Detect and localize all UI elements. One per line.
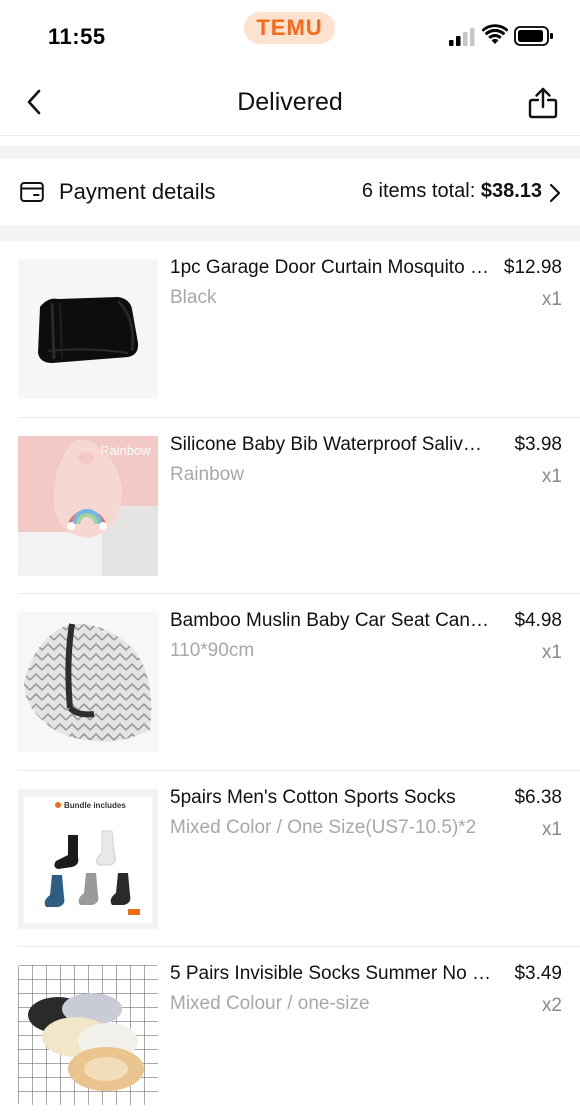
item-quantity: x2	[541, 995, 562, 1016]
item-title: 5 Pairs Invisible Socks Summer No Show S…	[170, 963, 492, 984]
battery-icon	[514, 26, 553, 46]
item-title: 1pc Garage Door Curtain Mosquito Net	[170, 257, 492, 278]
payment-details-label: Payment details	[59, 179, 216, 204]
product-image-car-seat-cover	[18, 612, 158, 752]
item-price: $3.49	[514, 963, 562, 984]
item-quantity: x1	[541, 289, 562, 310]
chevron-right-icon	[549, 183, 561, 203]
item-title: 5pairs Men's Cotton Sports Socks	[170, 786, 456, 808]
item-variant: Mixed Colour / one-size	[170, 993, 370, 1014]
wallet-icon	[20, 182, 44, 202]
item-price: $3.98	[514, 433, 562, 455]
share-icon	[528, 87, 558, 119]
page-title: Delivered	[237, 88, 343, 116]
item-quantity: x1	[541, 818, 562, 840]
item-title: Bamboo Muslin Baby Car Seat Canopy Cover	[170, 610, 492, 631]
item-quantity: x1	[541, 642, 562, 663]
order-total-amount: $38.13	[480, 180, 542, 202]
bib-image-text: Rainbow	[100, 443, 151, 458]
section-divider	[0, 146, 580, 159]
item-price: $6.38	[514, 786, 562, 808]
item-variant: Mixed Color / One Size(US7-10.5)*2	[170, 816, 477, 838]
order-item[interactable]: Bundle includes 5pairs Men's Cotton Spor…	[0, 771, 580, 948]
product-image-garage-curtain	[18, 259, 158, 399]
order-total-label: 6 items total:	[361, 180, 476, 202]
navigation-bar: Delivered	[0, 70, 580, 136]
order-item-list: 1pc Garage Door Curtain Mosquito Net Bla…	[0, 241, 580, 1119]
bundle-image-text: Bundle includes	[64, 801, 126, 810]
item-price: $4.98	[514, 610, 562, 631]
status-time: 11:55	[48, 24, 106, 49]
order-item[interactable]: Bamboo Muslin Baby Car Seat Canopy Cover…	[0, 594, 580, 771]
order-item[interactable]: Rainbow Silicone Baby Bib Waterproof Sal…	[0, 418, 580, 595]
product-image-baby-bib: Rainbow	[18, 435, 158, 576]
item-variant: Black	[170, 287, 217, 308]
product-image-sports-socks: Bundle includes	[18, 788, 158, 929]
item-price: $12.98	[503, 257, 562, 278]
share-button[interactable]	[522, 82, 564, 124]
product-image-invisible-socks	[18, 965, 158, 1105]
temu-brand-pill: TEMU	[244, 12, 335, 44]
item-quantity: x1	[541, 465, 562, 487]
section-divider	[0, 225, 580, 241]
item-variant: Rainbow	[170, 463, 244, 485]
cellular-signal-icon	[449, 28, 475, 46]
payment-details-row[interactable]: Payment details 6 items total: $38.13	[0, 159, 580, 225]
order-item[interactable]: 1pc Garage Door Curtain Mosquito Net Bla…	[0, 241, 580, 418]
order-total: 6 items total: $38.13	[362, 180, 542, 203]
order-item[interactable]: 5 Pairs Invisible Socks Summer No Show S…	[0, 947, 580, 1119]
temu-brand-label: TEMU	[256, 15, 323, 40]
item-title: Silicone Baby Bib Waterproof Saliva Towe…	[170, 433, 492, 455]
item-variant: 110*90cm	[170, 640, 255, 661]
wifi-icon	[482, 24, 508, 44]
status-bar: 11:55 TEMU	[0, 0, 580, 70]
